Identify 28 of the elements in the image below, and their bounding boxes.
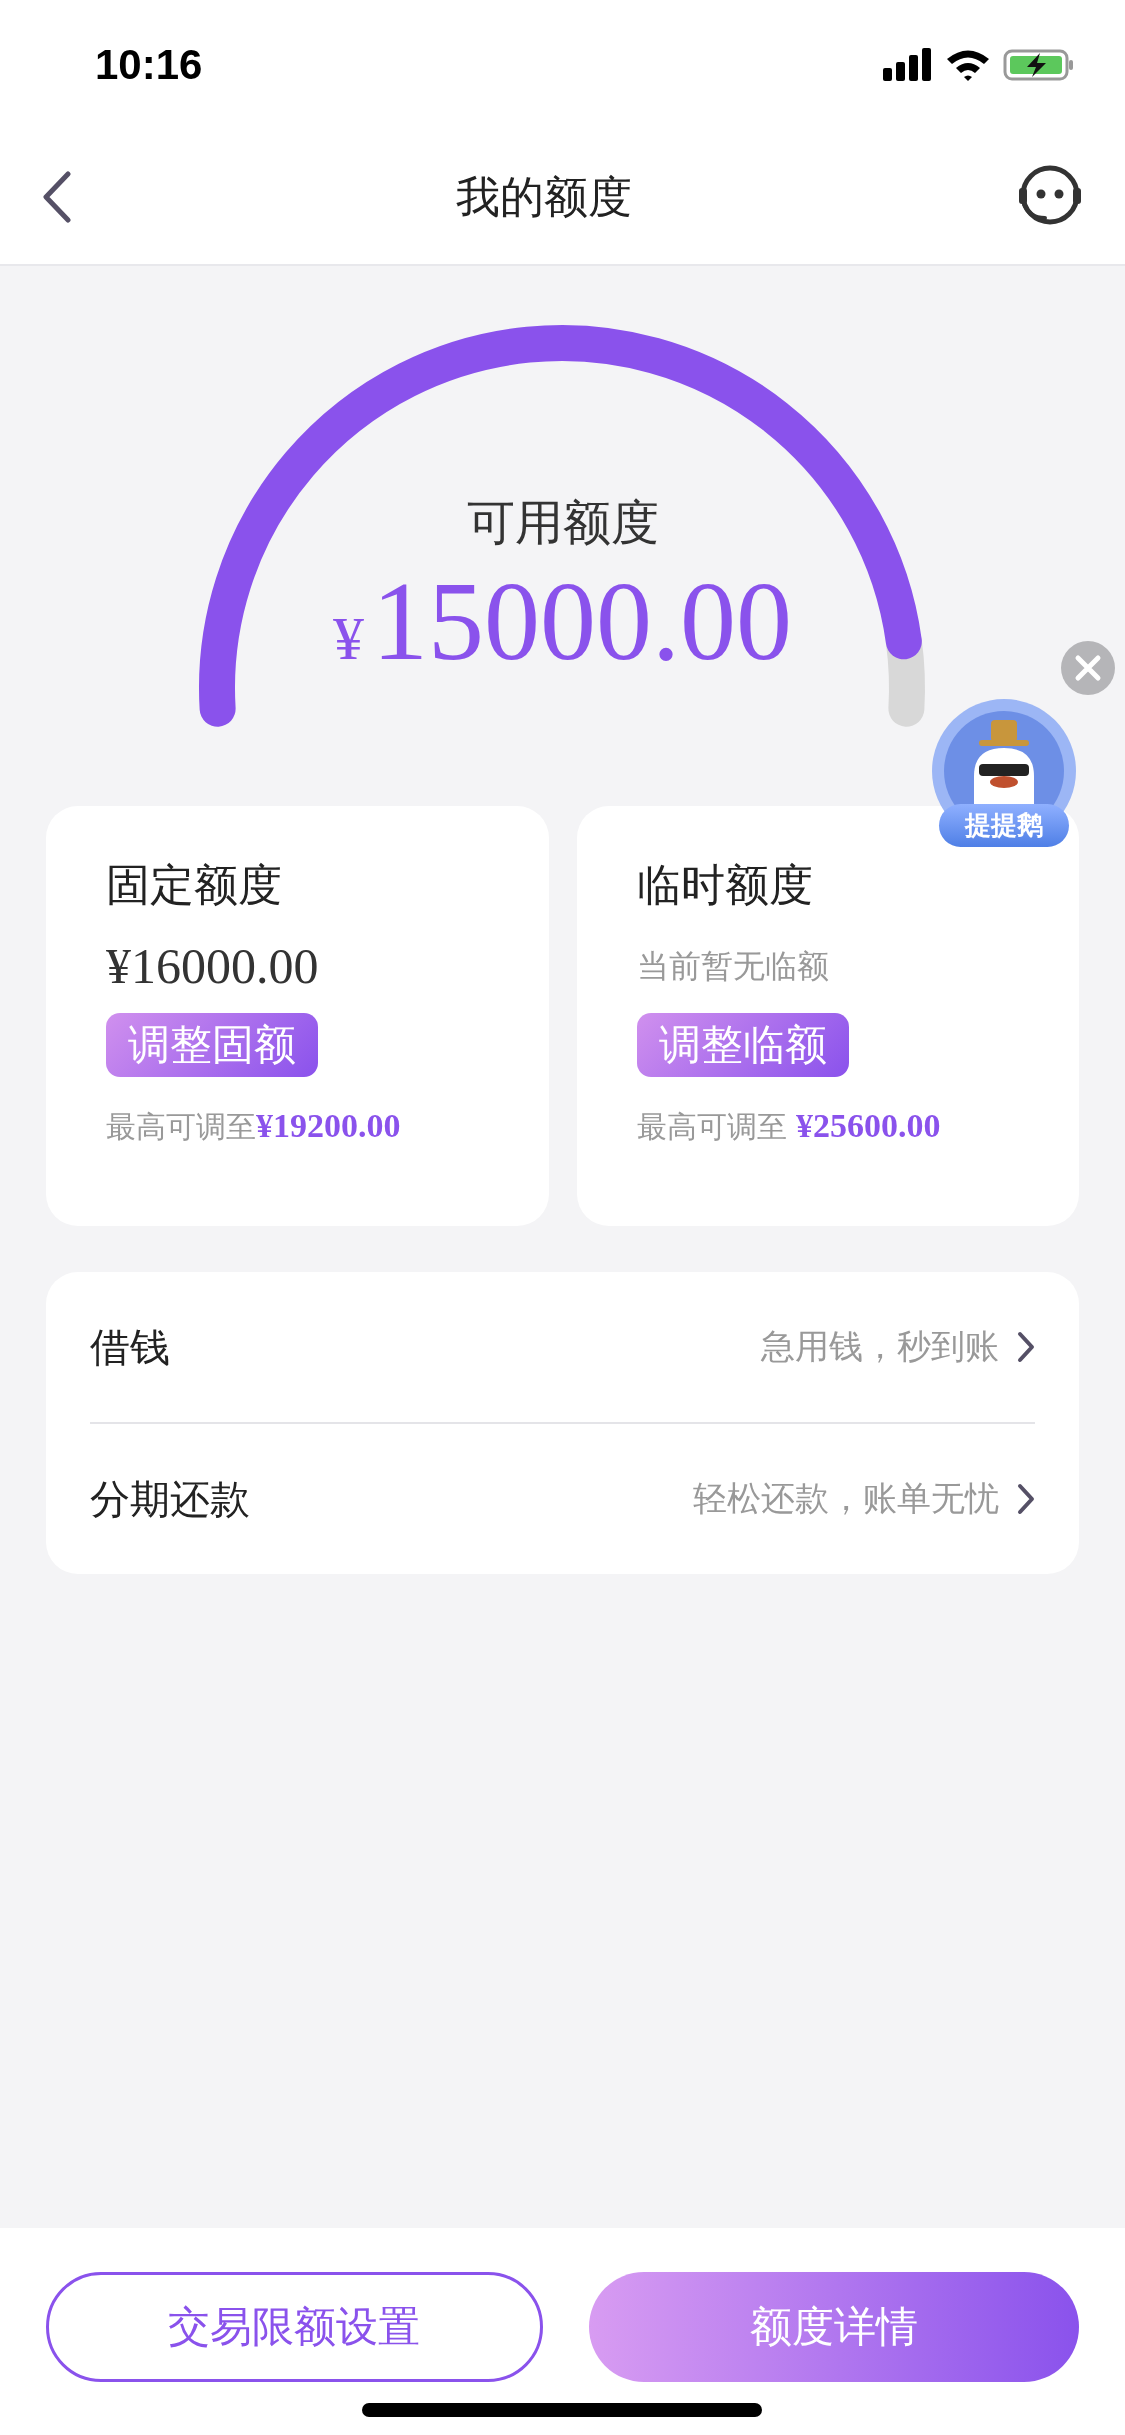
card-title: 临时额度 xyxy=(636,858,813,912)
max-limit-text: 最高可调至¥19200.00 xyxy=(106,1107,401,1146)
card-note: 当前暂无临额 xyxy=(636,946,829,987)
menu-hint: 轻松还款，账单无忧 xyxy=(693,1477,999,1520)
menu-row[interactable]: 借钱 急用钱，秒到账 xyxy=(90,1272,1035,1422)
max-limit-text: 最高可调至 ¥25600.00 xyxy=(636,1107,941,1146)
chevron-right-icon xyxy=(1017,1483,1035,1515)
menu-label: 分期还款 xyxy=(90,1474,251,1524)
battery-icon xyxy=(1003,48,1075,82)
menu-hint: 急用钱，秒到账 xyxy=(761,1325,999,1368)
details-button[interactable]: 额度详情 xyxy=(588,2272,1079,2382)
menu-label: 借钱 xyxy=(90,1322,171,1372)
card-title: 固定额度 xyxy=(106,858,282,912)
back-icon[interactable] xyxy=(42,171,72,223)
status-time: 10:16 xyxy=(95,41,203,89)
adjust-button[interactable]: 调整固额 xyxy=(106,1013,318,1077)
settings-button[interactable]: 交易限额设置 xyxy=(46,2272,543,2382)
mascot-label[interactable]: 提提鹅 xyxy=(939,804,1069,847)
available-limit-label: 可用额度 xyxy=(466,493,659,552)
wifi-icon xyxy=(945,48,991,82)
chevron-right-icon xyxy=(1017,1331,1035,1363)
menu-row[interactable]: 分期还款 轻松还款，账单无忧 xyxy=(90,1424,1035,1574)
available-amount: 15000.00 xyxy=(372,563,792,681)
currency-symbol: ¥ xyxy=(333,603,364,674)
signal-icon xyxy=(883,48,933,82)
adjust-button[interactable]: 调整临额 xyxy=(636,1013,849,1077)
card-amount: ¥16000.00 xyxy=(106,937,319,995)
page-title: 我的额度 xyxy=(455,169,632,224)
